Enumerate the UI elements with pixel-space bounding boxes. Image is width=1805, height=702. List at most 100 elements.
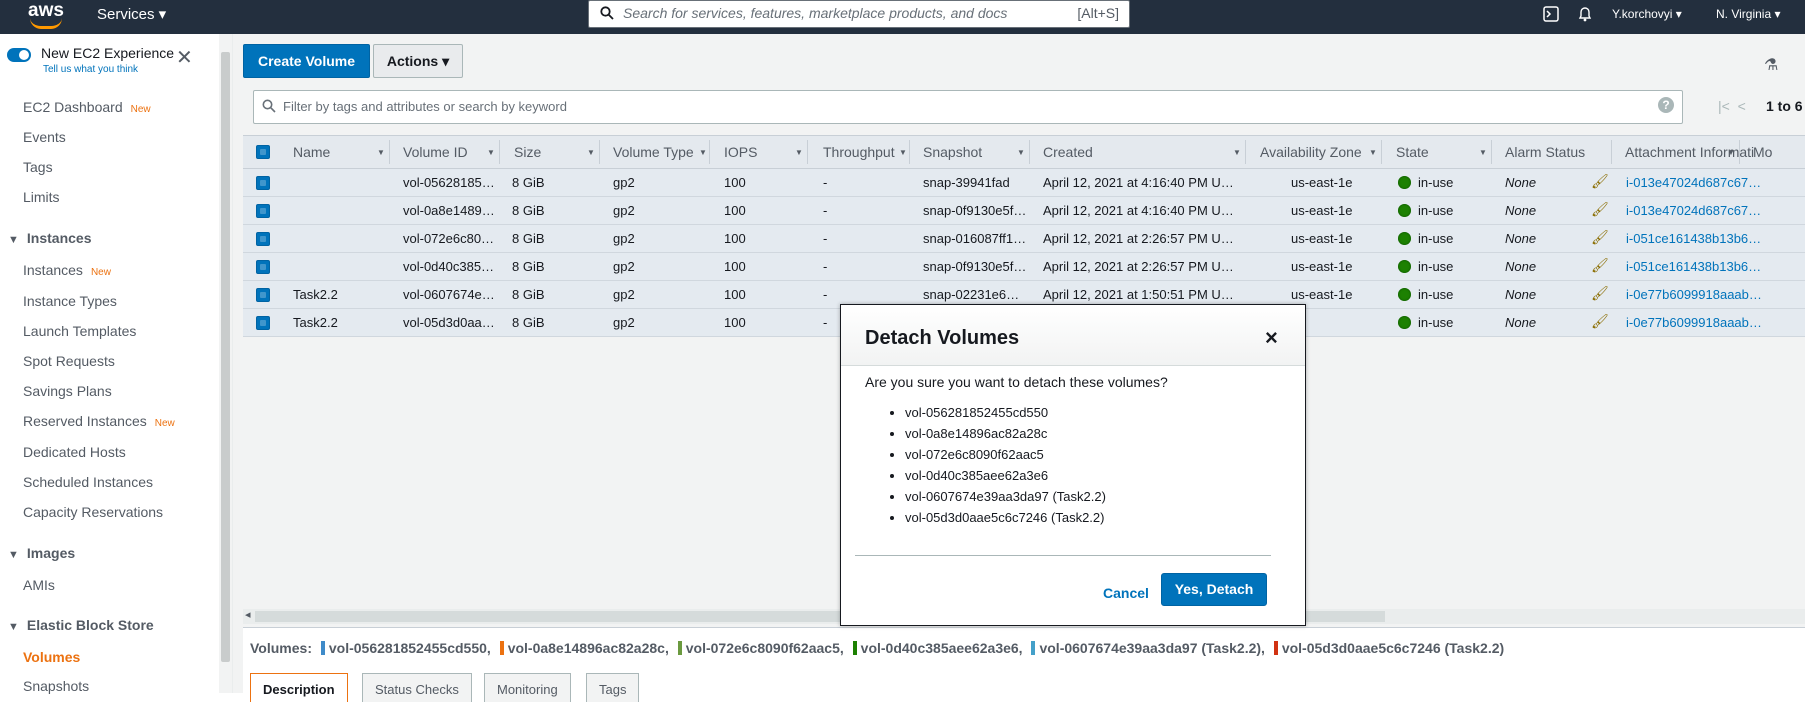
row-checkbox[interactable]: [256, 232, 270, 246]
help-icon[interactable]: ?: [1658, 97, 1674, 113]
sort-arrow-icon[interactable]: ▼: [1479, 148, 1487, 157]
sort-arrow-icon[interactable]: ▼: [795, 148, 803, 157]
flask-icon[interactable]: ⚗: [1764, 55, 1778, 75]
row-checkbox[interactable]: [256, 204, 270, 218]
create-alarm-icon[interactable]: 🖌: [1591, 201, 1609, 218]
sort-arrow-icon[interactable]: ▼: [1369, 148, 1377, 157]
dialog-header: Detach Volumes ×: [841, 305, 1305, 366]
previous-page-icon[interactable]: <: [1738, 98, 1746, 114]
column-volume-type[interactable]: Volume Type: [613, 144, 694, 160]
sidebar-item-launch-templates[interactable]: Launch Templates: [23, 323, 136, 339]
column-size[interactable]: Size: [514, 144, 541, 160]
sort-arrow-icon[interactable]: ▼: [899, 148, 907, 157]
sidebar-item-snapshots[interactable]: Snapshots: [23, 678, 89, 694]
sidebar-item-reserved-instances[interactable]: Reserved Instances New: [23, 413, 175, 429]
column-alarm-status[interactable]: Alarm Status: [1505, 144, 1585, 160]
notifications-bell-icon[interactable]: [1578, 6, 1592, 22]
sidebar-item-capacity-reservations[interactable]: Capacity Reservations: [23, 504, 163, 520]
row-checkbox[interactable]: [256, 260, 270, 274]
column-snapshot[interactable]: Snapshot: [923, 144, 982, 160]
yes-detach-button[interactable]: Yes, Detach: [1161, 573, 1267, 606]
close-icon[interactable]: ✕: [176, 45, 193, 70]
sidebar-item-volumes[interactable]: Volumes: [23, 649, 80, 665]
sidebar-item-savings-plans[interactable]: Savings Plans: [23, 383, 112, 399]
sidebar-item-dedicated-hosts[interactable]: Dedicated Hosts: [23, 444, 126, 460]
first-page-icon[interactable]: |<: [1718, 98, 1730, 114]
sort-arrow-icon[interactable]: ▼: [1233, 148, 1241, 157]
new-experience-toggle[interactable]: [7, 48, 31, 62]
sidebar-item-tags[interactable]: Tags: [23, 159, 53, 175]
row-checkbox[interactable]: [256, 176, 270, 190]
table-row[interactable]: vol-05628185… 8 GiB gp2 100 - snap-39941…: [243, 169, 1805, 197]
sidebar-scrollbar-thumb[interactable]: [221, 52, 230, 662]
close-icon[interactable]: ×: [1265, 325, 1278, 351]
list-item: vol-056281852455cd550: [905, 402, 1106, 423]
row-checkbox[interactable]: [256, 288, 270, 302]
aws-logo[interactable]: aws: [28, 0, 64, 29]
cell-alarm-status: None: [1505, 203, 1537, 218]
create-alarm-icon[interactable]: 🖌: [1591, 313, 1609, 330]
actions-button[interactable]: Actions ▾: [373, 44, 463, 78]
cloudshell-icon[interactable]: [1543, 6, 1559, 22]
cell-state: in-use: [1418, 287, 1454, 302]
search-input[interactable]: Search for services, features, marketpla…: [588, 0, 1130, 28]
sidebar-item-amis[interactable]: AMIs: [23, 577, 55, 593]
create-alarm-icon[interactable]: 🖌: [1591, 173, 1609, 190]
user-menu[interactable]: Y.korchovyi ▾: [1612, 7, 1682, 21]
column-state[interactable]: State: [1396, 144, 1429, 160]
cell-attachment-link[interactable]: i-013e47024d687c67…: [1626, 175, 1761, 190]
sidebar-item-spot-requests[interactable]: Spot Requests: [23, 353, 115, 369]
sidebar-item-ec2-dashboard[interactable]: EC2 Dashboard New: [23, 99, 151, 115]
table-row[interactable]: vol-0d40c385… 8 GiB gp2 100 - snap-0f913…: [243, 253, 1805, 281]
cell-attachment-link[interactable]: i-051ce161438b13b6…: [1626, 231, 1761, 246]
cancel-button[interactable]: Cancel: [1103, 585, 1149, 601]
sidebar-item-scheduled-instances[interactable]: Scheduled Instances: [23, 474, 153, 490]
column-availability-zone[interactable]: Availability Zone: [1260, 144, 1362, 160]
table-row[interactable]: vol-0a8e1489… 8 GiB gp2 100 - snap-0f913…: [243, 197, 1805, 225]
sort-arrow-icon[interactable]: ▼: [587, 148, 595, 157]
table-row[interactable]: vol-072e6c80… 8 GiB gp2 100 - snap-01608…: [243, 225, 1805, 253]
sidebar-item-events[interactable]: Events: [23, 129, 66, 145]
create-alarm-icon[interactable]: 🖌: [1591, 229, 1609, 246]
sort-arrow-icon[interactable]: ▼: [377, 148, 385, 157]
create-volume-button[interactable]: Create Volume: [243, 44, 370, 78]
column-throughput[interactable]: Throughput: [823, 144, 895, 160]
services-menu[interactable]: Services ▾: [97, 5, 166, 23]
sidebar-scrollbar[interactable]: [219, 34, 232, 693]
selected-volume-id: vol-072e6c8090f62aac5,: [685, 640, 844, 656]
pager-first-prev[interactable]: |< <: [1718, 98, 1746, 114]
column-monitoring[interactable]: Mo: [1753, 144, 1772, 160]
sidebar-item-instances[interactable]: Instances New: [23, 262, 111, 278]
sidebar-item-limits[interactable]: Limits: [23, 189, 60, 205]
sidebar-section-instances[interactable]: ▼ Instances: [8, 230, 91, 246]
column-iops[interactable]: IOPS: [724, 144, 757, 160]
column-created[interactable]: Created: [1043, 144, 1093, 160]
column-volume-id[interactable]: Volume ID: [403, 144, 468, 160]
create-alarm-icon[interactable]: 🖌: [1591, 257, 1609, 274]
region-menu[interactable]: N. Virginia ▾: [1716, 7, 1781, 21]
sort-arrow-icon[interactable]: ▼: [699, 148, 707, 157]
tab-status-checks[interactable]: Status Checks: [362, 673, 472, 702]
cell-attachment-link[interactable]: i-051ce161438b13b6…: [1626, 259, 1761, 274]
tab-tags[interactable]: Tags: [586, 673, 640, 702]
cell-attachment-link[interactable]: i-013e47024d687c67…: [1626, 203, 1761, 218]
tell-us-link[interactable]: Tell us what you think: [43, 64, 138, 75]
sidebar-section-images[interactable]: ▼ Images: [8, 545, 75, 561]
sort-arrow-icon[interactable]: ▼: [1017, 148, 1025, 157]
scroll-left-arrow-icon[interactable]: ◂: [245, 608, 251, 621]
sidebar-item-instance-types[interactable]: Instance Types: [23, 293, 117, 309]
row-checkbox[interactable]: [256, 316, 270, 330]
select-all-checkbox[interactable]: [256, 145, 270, 159]
tab-description[interactable]: Description: [250, 673, 348, 702]
create-alarm-icon[interactable]: 🖌: [1591, 285, 1609, 302]
cell-volume-id: vol-0a8e1489…: [403, 203, 495, 218]
tab-monitoring[interactable]: Monitoring: [484, 673, 571, 702]
sidebar-section-elastic-block-store[interactable]: ▼ Elastic Block Store: [8, 617, 154, 633]
filter-input[interactable]: Filter by tags and attributes or search …: [253, 90, 1683, 124]
cell-attachment-link[interactable]: i-0e77b6099918aaab…: [1626, 287, 1762, 302]
aws-smile-icon: [30, 18, 62, 29]
sort-arrow-icon[interactable]: ▼: [487, 148, 495, 157]
column-name[interactable]: Name: [293, 144, 330, 160]
sort-arrow-icon[interactable]: ▼: [1727, 148, 1735, 157]
cell-attachment-link[interactable]: i-0e77b6099918aaab…: [1626, 315, 1762, 330]
